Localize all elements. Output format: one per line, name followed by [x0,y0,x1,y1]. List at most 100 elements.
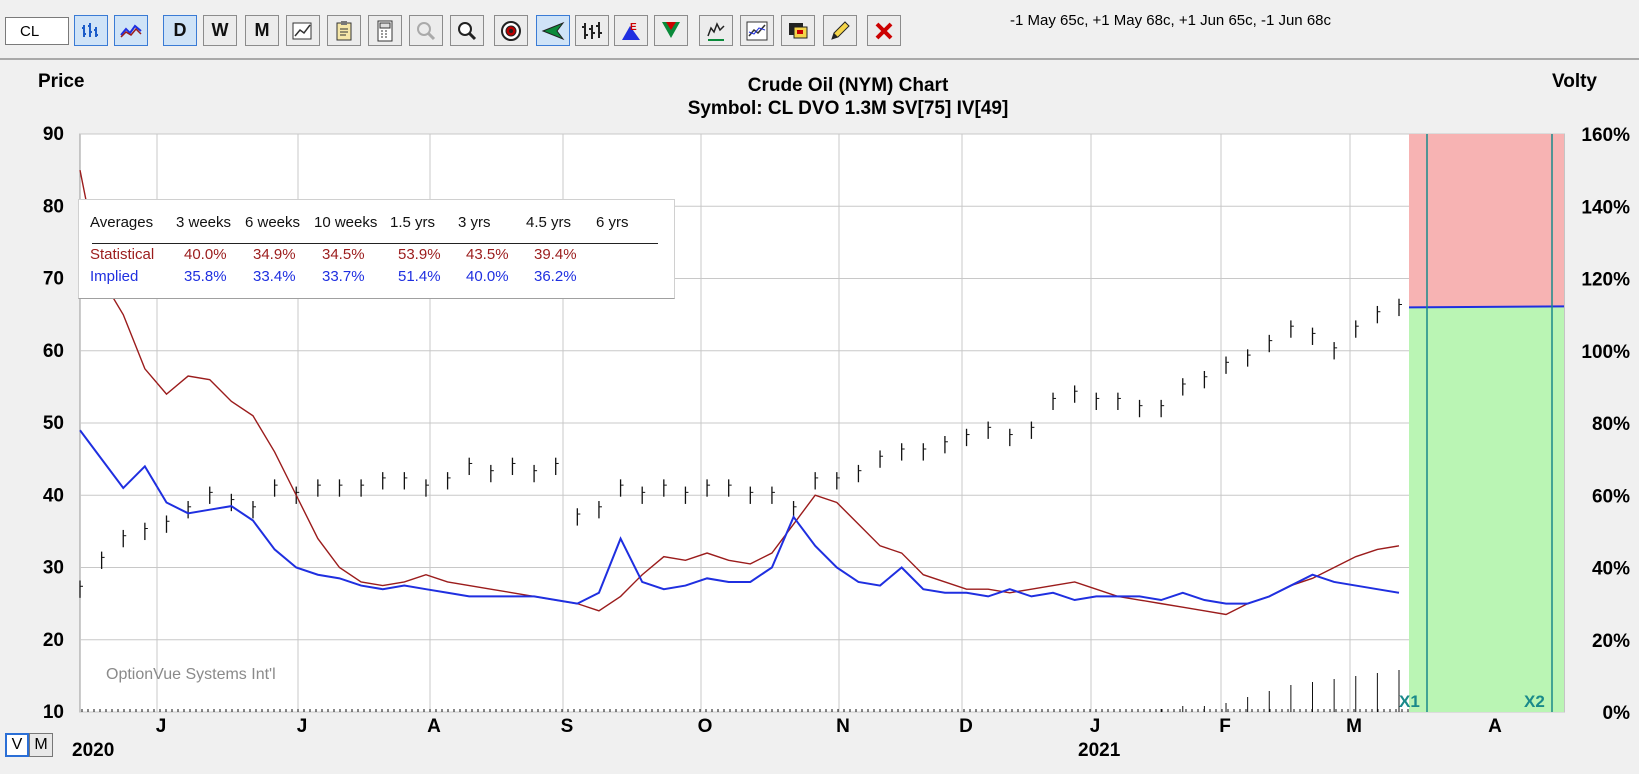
price-volatility-chart[interactable]: Price Volty Crude Oil (NYM) Chart Symbol… [0,62,1639,769]
averages-header: 6 weeks [245,214,301,231]
volume-toggle-button[interactable]: V [5,733,29,757]
draw-button[interactable] [823,15,857,46]
bars-style-button[interactable] [575,15,609,46]
chart-subtitle: Symbol: CL DVO 1.3M SV[75] IV[49] [688,98,1009,119]
price-bars-icon [81,22,101,40]
averages-label: Averages [90,214,154,231]
right-tick-label: 60% [1592,486,1630,507]
indicator-icon [746,21,768,41]
monthly-toggle-button[interactable]: M [29,733,53,757]
zoom-in-button[interactable] [409,15,443,46]
month-label: N [836,716,850,737]
month-label: D [959,716,973,737]
left-tick-label: 60 [43,341,64,362]
left-tick-label: 10 [43,702,64,723]
month-label: M [1346,716,1362,737]
line-chart-button[interactable] [114,15,148,46]
right-tick-label: 100% [1581,342,1630,363]
averages-header: 3 weeks [176,214,232,231]
profit-zone [1409,307,1564,712]
symbol-input[interactable] [5,17,69,45]
implied-value: 36.2% [534,268,577,285]
right-tick-label: 160% [1581,125,1630,146]
right-tick-label: 80% [1592,414,1630,435]
statistical-value: 40.0% [184,246,227,263]
cursor-arrow-icon [541,21,565,41]
right-tick-label: 20% [1592,631,1630,652]
month-label: S [561,716,574,737]
chat-icon [787,21,809,41]
study-icon [705,20,727,42]
year-label: 2021 [1078,740,1121,761]
monthly-button[interactable]: M [245,15,279,46]
indicator-button[interactable] [740,15,774,46]
left-tick-label: 90 [43,124,64,145]
view-mode-toggle: V M [5,733,53,757]
statistical-value: 34.9% [253,246,296,263]
ohlc-bars-icon [581,21,603,41]
close-button[interactable] [867,15,901,46]
watermark: OptionVue Systems Int'l [106,666,276,683]
calculator-icon [376,20,394,42]
weekly-button[interactable]: W [203,15,237,46]
implied-value: 51.4% [398,268,441,285]
year-label: 2020 [72,740,114,761]
earnings-button[interactable]: E [614,15,648,46]
left-tick-label: 70 [43,269,64,290]
statistical-value: 39.4% [534,246,577,263]
weekly-label: W [211,20,229,40]
svg-text:E: E [630,22,637,33]
daily-button[interactable]: D [163,15,197,46]
averages-header: 1.5 yrs [390,214,436,231]
right-tick-label: 0% [1603,703,1631,724]
bar-chart-button[interactable] [74,15,108,46]
toolbar: D W M E -1 May 65c, +1 May 68c, +1 Jun 65c,… [0,0,1639,60]
target-icon [500,20,522,42]
averages-table: Averages 3 weeks 6 weeks 10 weeks 1.5 yrs 3 y… [78,199,675,299]
header-separator [92,243,658,244]
chart-settings-button[interactable] [286,15,320,46]
month-label: J [156,716,167,737]
study-button[interactable] [699,15,733,46]
left-tick-label: 80 [43,196,64,217]
averages-header: 10 weeks [314,214,378,231]
statistical-value: 53.9% [398,246,441,263]
chart-area[interactable]: Price Volty Crude Oil (NYM) Chart Symbol… [0,62,1639,769]
right-tick-label: 120% [1581,270,1630,291]
right-tick-label: 140% [1581,197,1630,218]
monthly-label: M [254,20,270,40]
clipboard-icon [334,20,354,42]
month-label: J [297,716,308,737]
dividend-button[interactable] [654,15,688,46]
zoom-out-button[interactable] [450,15,484,46]
close-icon [874,21,894,41]
month-label: A [427,716,441,737]
clipboard-button[interactable] [327,15,361,46]
cursor-button[interactable] [536,15,570,46]
left-tick-label: 30 [43,558,64,579]
month-label: O [698,716,713,737]
left-axis-label: Price [38,71,84,92]
zoom-in-icon [415,20,437,42]
statistical-value: 34.5% [322,246,365,263]
implied-value: 33.4% [253,268,296,285]
month-label: F [1219,716,1231,737]
averages-header: 6 yrs [596,214,629,231]
averages-header: 4.5 yrs [526,214,572,231]
target-button[interactable] [494,15,528,46]
chart-title: Crude Oil (NYM) Chart [748,75,949,96]
calculator-button[interactable] [368,15,402,46]
zoom-out-icon [456,20,478,42]
implied-value: 35.8% [184,268,227,285]
chat-button[interactable] [781,15,815,46]
implied-row-label: Implied [90,268,139,285]
earnings-icon: E [620,20,642,42]
volatility-lines-icon [120,23,142,39]
breakeven-line [1408,305,1565,309]
implied-value: 33.7% [322,268,365,285]
averages-header: 3 yrs [458,214,491,231]
pencil-icon [829,20,851,42]
left-tick-label: 50 [43,413,64,434]
statistical-value: 43.5% [466,246,509,263]
expiration-marker: X1 [1399,692,1420,711]
